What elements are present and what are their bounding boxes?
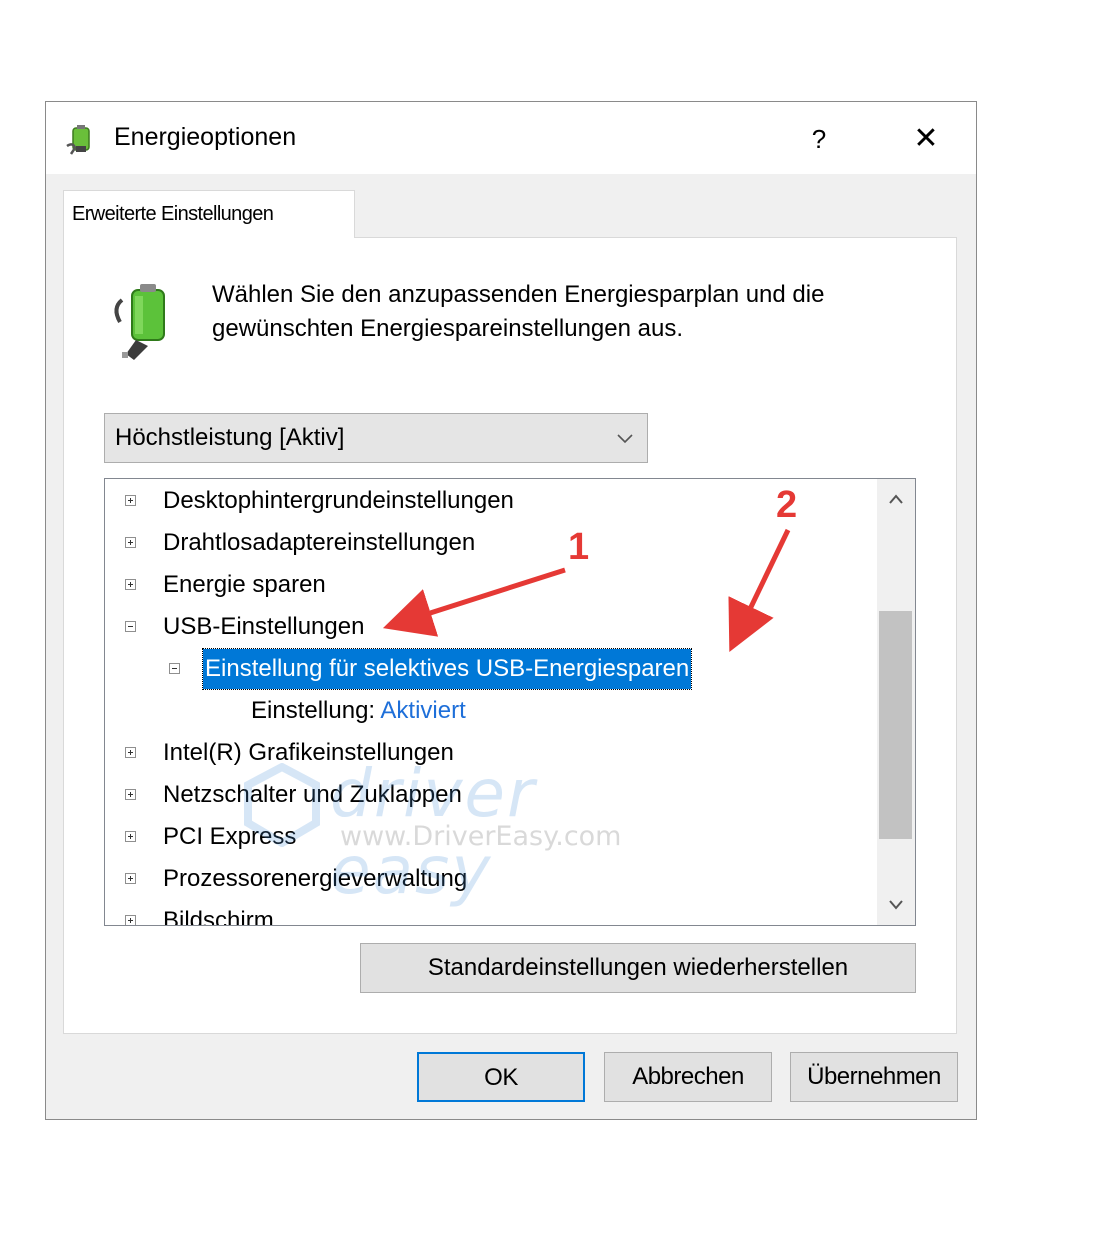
cancel-button[interactable]: Abbrechen [604,1052,772,1102]
tab-advanced-settings[interactable]: Erweiterte Einstellungen [63,190,355,238]
expand-icon[interactable] [125,873,136,884]
expand-icon[interactable] [125,747,136,758]
window-title: Energieoptionen [114,123,297,151]
battery-plug-icon [114,284,165,360]
expand-icon[interactable] [125,915,136,925]
chevron-down-icon [617,434,633,444]
tree-item-label: Desktophintergrundeinstellungen [163,487,514,514]
scroll-down-arrow-icon[interactable] [877,885,915,925]
tree-item-label-selected: Einstellung für selektives USB-Energiesp… [201,648,693,690]
collapse-icon[interactable] [169,663,180,674]
power-options-dialog: Energieoptionen ? ✕ Erweiterte Einstellu… [45,101,977,1120]
tree-item-label: USB-Einstellungen [163,613,365,640]
scroll-up-arrow-icon[interactable] [877,479,915,519]
expand-icon[interactable] [125,831,136,842]
vertical-scrollbar[interactable] [877,479,915,925]
scrollbar-thumb[interactable] [879,611,912,839]
power-plan-dropdown[interactable]: Höchstleistung [Aktiv] [104,413,648,463]
tree-item-label: PCI Express [163,823,297,850]
annotation-number-2: 2 [776,484,798,526]
description-text: Wählen Sie den anzupassenden Energiespar… [212,281,825,342]
ok-button[interactable]: OK [417,1052,585,1102]
restore-defaults-button[interactable]: Standardeinstellungen wiederherstellen [360,943,916,993]
expand-icon[interactable] [125,537,136,548]
expand-icon[interactable] [125,579,136,590]
tree-item-label: Drahtlosadaptereinstellungen [163,529,476,556]
settings-tree[interactable]: Desktophintergrundeinstellungen Drahtlos… [104,478,916,926]
power-plan-value: Höchstleistung [Aktiv] [115,424,345,451]
title-bar: Energieoptionen ? ✕ [46,102,976,174]
expand-icon[interactable] [125,789,136,800]
apply-button[interactable]: Übernehmen [790,1052,958,1102]
setting-value-link[interactable]: Aktiviert [380,697,465,724]
tree-item-label: Prozessorenergieverwaltung [163,865,468,892]
settings-panel: Wählen Sie den anzupassenden Energiespar… [63,237,957,1034]
tree-item-setting-value[interactable]: Einstellung: Aktiviert [251,691,466,731]
power-options-icon [66,125,90,155]
setting-label: Einstellung: [251,697,376,724]
help-button[interactable]: ? [794,116,844,162]
expand-icon[interactable] [125,495,136,506]
tree-item-label: Netzschalter und Zuklappen [163,781,462,808]
annotation-number-1: 1 [568,526,590,568]
tree-item-label: Bildschirm [163,907,274,926]
collapse-icon[interactable] [125,621,136,632]
close-button[interactable]: ✕ [896,116,956,162]
tree-item-label: Intel(R) Grafikeinstellungen [163,739,454,766]
tree-item-label: Energie sparen [163,571,326,598]
